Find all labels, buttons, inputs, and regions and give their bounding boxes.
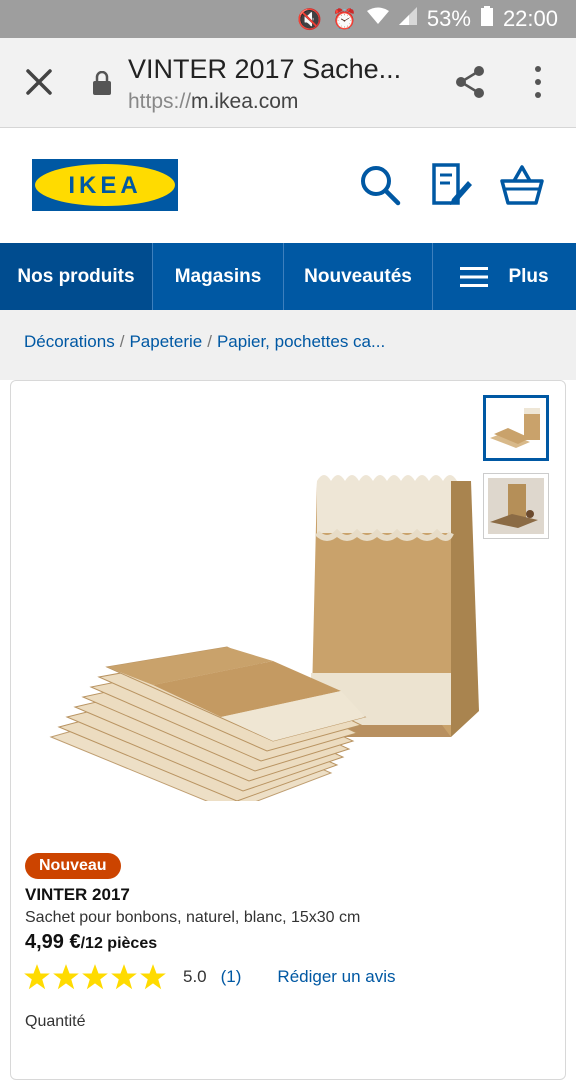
product-name: VINTER 2017 [25,885,130,904]
browser-toolbar: VINTER 2017 Sache... https://m.ikea.com [0,38,576,128]
site-header: IKEA ® [0,129,576,243]
wifi-icon [366,7,389,31]
breadcrumb-separator: / [207,332,212,351]
star-icon [24,964,50,990]
star-icon [82,964,108,990]
product-image[interactable] [41,421,481,801]
nav-item-more[interactable]: Plus [433,243,576,310]
thumbnail-image [488,478,544,534]
breadcrumb-separator: / [119,332,125,351]
write-review-link[interactable]: Rédiger un avis [277,967,395,987]
lock-icon [93,71,111,95]
nav-item-products[interactable]: Nos produits [0,243,153,310]
new-badge: Nouveau [25,853,121,879]
mute-icon: 🔇 [297,8,322,31]
review-count-link[interactable]: (1) [221,967,242,987]
url-host: m.ikea.com [191,90,299,113]
logo-text: IKEA [68,172,141,199]
main-nav: Nos produits Magasins Nouveautés Plus [0,243,576,310]
rating-score: 5.0 [183,967,207,986]
hamburger-icon [460,266,489,287]
thumbnail-1[interactable] [483,395,549,461]
page-title[interactable]: VINTER 2017 Sache... [128,54,428,85]
more-options-icon[interactable] [528,64,548,100]
product-card: Nouveau VINTER 2017 Sachet pour bonbons,… [10,380,566,1080]
basket-icon[interactable] [500,163,544,207]
star-icon [53,964,79,990]
rating-row: 5.0 (1) Rédiger un avis [23,959,563,995]
rating-stars [23,963,167,991]
signal-icon [398,7,417,31]
nav-item-stores[interactable]: Magasins [153,243,284,310]
thumbnail-2[interactable] [483,473,549,539]
breadcrumb-link[interactable]: Décorations [24,332,115,351]
nav-item-new[interactable]: Nouveautés [284,243,433,310]
breadcrumb-link[interactable]: Papeterie [129,332,202,351]
thumbnail-image [490,408,540,448]
quantity-label: Quantité [25,1013,86,1030]
star-icon [140,964,166,990]
shopping-list-icon[interactable] [430,163,474,207]
star-icon [111,964,137,990]
battery-icon [480,6,493,32]
status-bar: 🔇 ⏰ 53% 22:00 [0,0,576,38]
alarm-icon: ⏰ [331,8,357,31]
url-protocol: https:// [128,90,192,113]
breadcrumb-link[interactable]: Papier, pochettes ca... [217,332,385,351]
battery-percent: 53% [426,6,471,31]
product-price: 4,99 €/12 pièces [25,931,157,954]
price-value: 4,99 € [25,931,81,953]
nav-item-more-label: Plus [508,265,549,287]
price-unit: /12 pièces [80,935,158,952]
breadcrumb: Décorations / Papeterie / Papier, pochettes … [0,310,576,380]
clock: 22:00 [502,6,558,31]
url-text[interactable]: https://m.ikea.com [128,90,298,114]
close-icon[interactable] [22,65,56,99]
share-icon[interactable] [452,64,488,100]
search-icon[interactable] [358,163,402,207]
ikea-logo[interactable]: IKEA ® [32,159,178,211]
product-description: Sachet pour bonbons, naturel, blanc, 15x… [25,909,361,926]
